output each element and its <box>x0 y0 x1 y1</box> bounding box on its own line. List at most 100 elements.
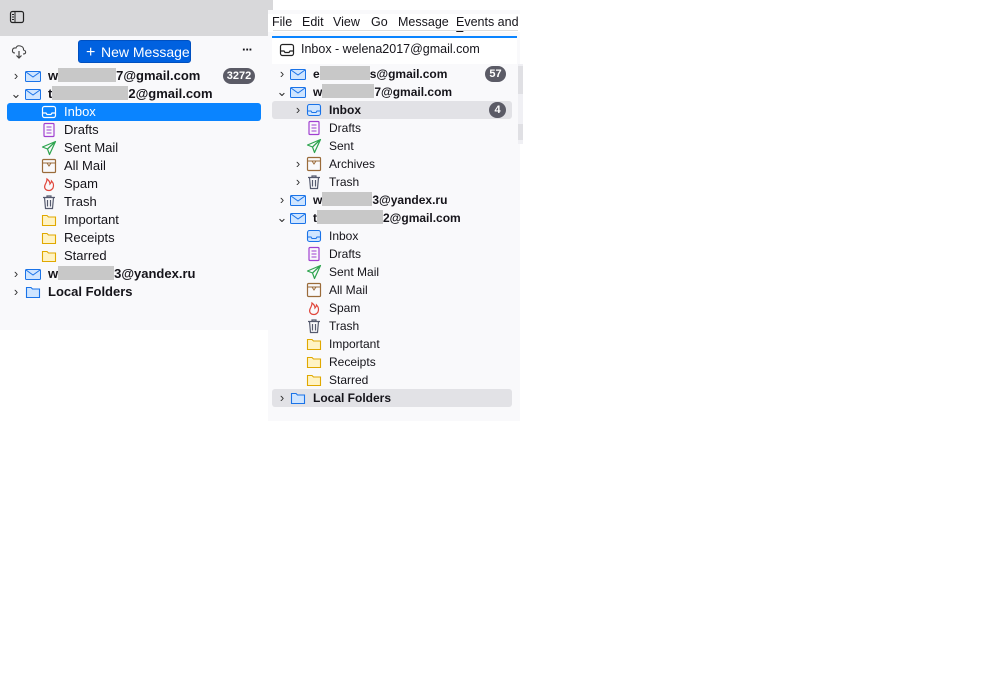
folder-inbox[interactable]: Inbox <box>272 227 512 245</box>
chevron-right-icon[interactable]: › <box>275 65 289 83</box>
folder-sent-mail[interactable]: Sent Mail <box>272 263 512 281</box>
archive-icon <box>306 282 322 298</box>
chevron-right-icon[interactable]: › <box>9 67 23 85</box>
account-mail-icon <box>25 86 41 102</box>
chevron-right-icon[interactable]: › <box>9 283 23 301</box>
folder-label: Sent Mail <box>64 140 119 155</box>
folder-label: Starred <box>64 248 107 263</box>
more-options-button[interactable]: ··· <box>242 42 253 57</box>
chevron-right-icon[interactable]: › <box>275 389 289 407</box>
account-name: w 7@gmail.com <box>48 68 201 83</box>
folder-icon <box>41 248 57 264</box>
plus-icon: + <box>86 44 96 61</box>
account-mail-icon <box>290 210 306 226</box>
folder-sent-mail[interactable]: Sent Mail <box>7 139 261 157</box>
account-mail-icon <box>290 84 306 100</box>
folder-spam[interactable]: Spam <box>7 175 261 193</box>
folder-label: All Mail <box>64 158 106 173</box>
new-message-label: New Message <box>101 44 190 60</box>
account-name: e s@gmail.com <box>313 66 448 81</box>
chevron-right-icon[interactable]: › <box>275 191 289 209</box>
folder-icon <box>306 336 322 352</box>
folder-label: Drafts <box>329 121 362 135</box>
unread-count-badge: 3272 <box>223 68 255 84</box>
folder-trash[interactable]: Trash <box>272 317 512 335</box>
account-row[interactable]: › e s@gmail.com 57 <box>275 65 511 83</box>
folder-icon <box>306 354 322 370</box>
menu-underline <box>273 30 518 31</box>
chevron-down-icon[interactable]: ⌄ <box>9 85 23 103</box>
account-row[interactable]: ⌄ t 2@gmail.com <box>9 85 264 103</box>
folder-important[interactable]: Important <box>272 335 512 353</box>
local-folders-row[interactable]: › Local Folders <box>9 283 264 301</box>
folder-important[interactable]: Important <box>7 211 261 229</box>
menu-file[interactable]: File <box>272 15 292 29</box>
drafts-icon <box>306 246 322 262</box>
chevron-right-icon[interactable]: › <box>291 155 305 173</box>
folder-label: Inbox <box>329 103 361 117</box>
folder-drafts[interactable]: Drafts <box>7 121 261 139</box>
menu-go[interactable]: Go <box>371 15 388 29</box>
get-messages-icon[interactable] <box>11 44 27 60</box>
folder-inbox[interactable]: › Inbox 4 <box>272 101 512 119</box>
folder-label: Sent <box>329 139 354 153</box>
folder-all-mail[interactable]: All Mail <box>7 157 261 175</box>
account-name: w 7@gmail.com <box>313 84 453 99</box>
folder-label: Inbox <box>64 104 96 119</box>
archive-icon <box>41 158 57 174</box>
spam-icon <box>306 300 322 316</box>
account-name: t 2@gmail.com <box>313 210 461 225</box>
chevron-right-icon[interactable]: › <box>9 265 23 283</box>
folder-label: Trash <box>329 319 360 333</box>
folder-receipts[interactable]: Receipts <box>7 229 261 247</box>
chevron-down-icon[interactable]: ⌄ <box>275 209 289 227</box>
folder-pane-left: + New Message ··· › w 7@gmail.com 3272 ⌄ … <box>0 0 273 330</box>
account-row[interactable]: › w 3@yandex.ru <box>275 191 511 209</box>
menu-message[interactable]: Message <box>398 15 449 29</box>
folder-drafts[interactable]: Drafts <box>272 245 512 263</box>
folder-drafts[interactable]: Drafts <box>272 119 512 137</box>
folder-label: Sent Mail <box>329 265 380 279</box>
sidebar-toggle-icon[interactable] <box>9 9 25 25</box>
menu-view[interactable]: View <box>333 15 360 29</box>
folder-starred[interactable]: Starred <box>272 371 512 389</box>
folder-inbox[interactable]: Inbox <box>7 103 261 121</box>
drafts-icon <box>41 122 57 138</box>
account-row[interactable]: ⌄ t 2@gmail.com <box>275 209 511 227</box>
folder-trash[interactable]: › Trash <box>272 173 512 191</box>
menu-edit[interactable]: Edit <box>302 15 324 29</box>
local-folders-row[interactable]: › Local Folders <box>272 389 512 407</box>
folder-label: Trash <box>329 175 360 189</box>
tab-title: Inbox - welena2017@gmail.com <box>301 42 480 56</box>
folder-label: All Mail <box>329 283 368 297</box>
account-name: w 3@yandex.ru <box>313 192 448 207</box>
chevron-right-icon[interactable]: › <box>291 101 305 119</box>
folder-sent[interactable]: Sent <box>272 137 512 155</box>
account-name: w 3@yandex.ru <box>48 266 196 281</box>
account-row[interactable]: › w 7@gmail.com 3272 <box>9 67 264 85</box>
folder-label: Important <box>329 337 380 351</box>
folder-archives[interactable]: › Archives <box>272 155 512 173</box>
inbox-icon <box>41 104 57 120</box>
folder-spam[interactable]: Spam <box>272 299 512 317</box>
scroll-area <box>518 124 523 140</box>
scroll-area <box>518 66 523 94</box>
folder-label: Drafts <box>64 122 99 137</box>
folder-all-mail[interactable]: All Mail <box>272 281 512 299</box>
account-row[interactable]: › w 3@yandex.ru <box>9 265 264 283</box>
toolbar <box>0 0 273 36</box>
chevron-right-icon[interactable]: › <box>291 173 305 191</box>
folder-receipts[interactable]: Receipts <box>272 353 512 371</box>
folder-trash[interactable]: Trash <box>7 193 261 211</box>
sent-icon <box>41 140 57 156</box>
chevron-down-icon[interactable]: ⌄ <box>275 83 289 101</box>
sent-icon <box>306 138 322 154</box>
new-message-button[interactable]: + New Message <box>78 40 191 63</box>
unread-count-badge: 57 <box>485 66 506 82</box>
account-mail-icon <box>25 68 41 84</box>
folder-starred[interactable]: Starred <box>7 247 261 265</box>
drafts-icon <box>306 120 322 136</box>
folder-label: Spam <box>329 301 361 315</box>
folder-label: Drafts <box>329 247 362 261</box>
account-row[interactable]: ⌄ w 7@gmail.com <box>275 83 511 101</box>
